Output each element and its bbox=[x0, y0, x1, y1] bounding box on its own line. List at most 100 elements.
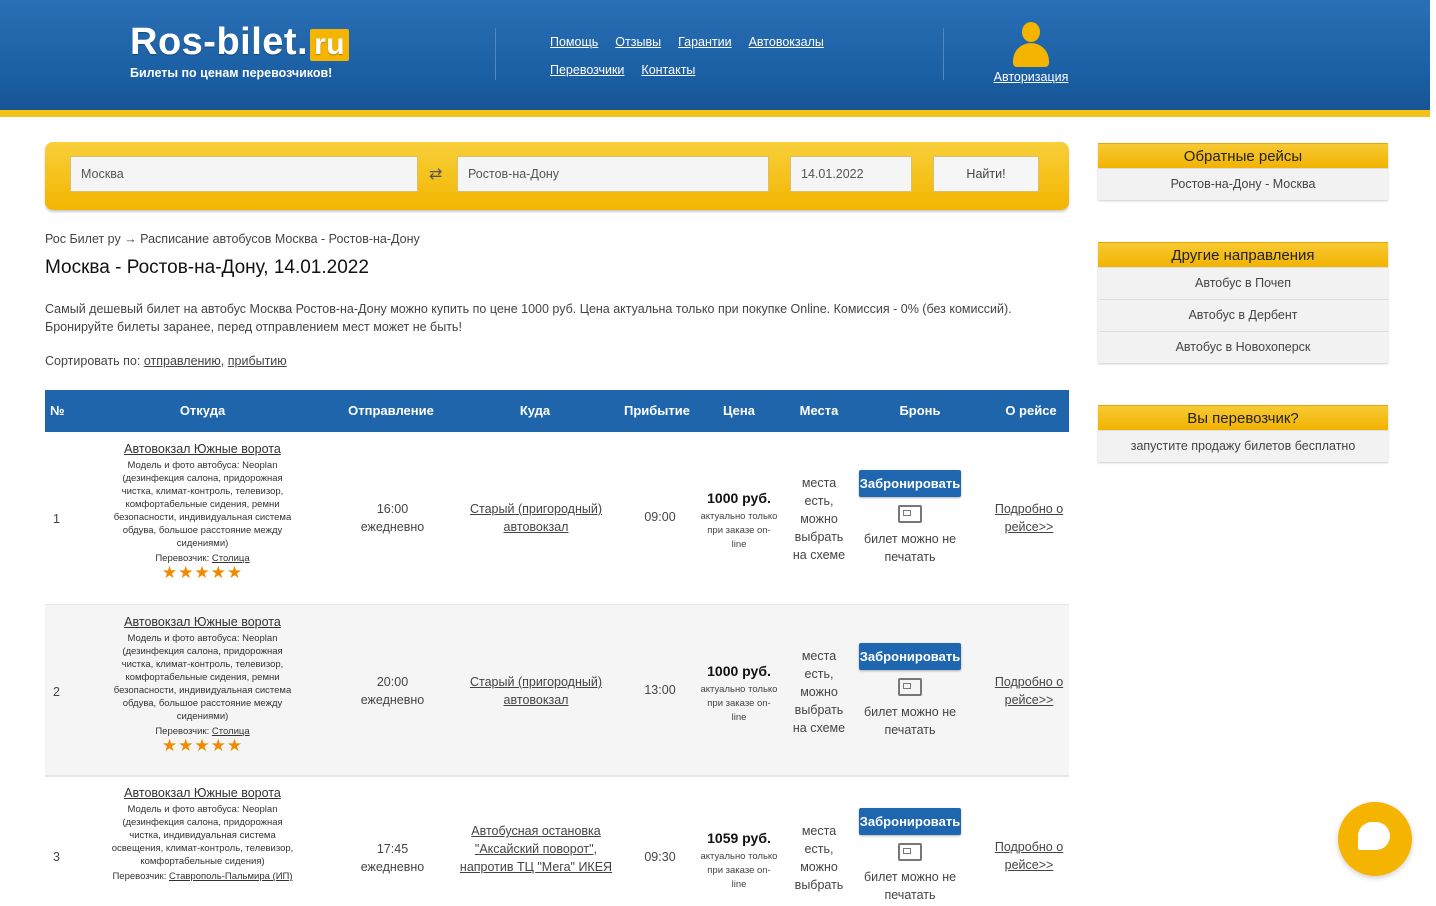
col-header-price: Цена bbox=[723, 403, 755, 418]
to-cell: Старый (пригородный) автовокзал bbox=[457, 673, 615, 709]
station-link[interactable]: Автовокзал Южные ворота bbox=[110, 786, 295, 800]
carrier-promo-link[interactable]: запустите продажу билетов бесплатно bbox=[1098, 430, 1388, 462]
to-cell: Автобусная остановка "Аксайский поворот"… bbox=[457, 822, 615, 876]
booking-note: билет можно не печатать bbox=[863, 870, 957, 902]
logo-tld: ru bbox=[310, 29, 350, 61]
bus-description: Модель и фото автобуса: Neoplan (дезинфе… bbox=[113, 633, 292, 722]
schedule-table-header: № Откуда Отправление Куда Прибытие Цена … bbox=[45, 390, 1069, 432]
bus-description: Модель и фото автобуса: Neoplan (дезинфе… bbox=[111, 804, 294, 867]
departure-time: 16:00 bbox=[376, 502, 409, 516]
direction-link[interactable]: Автобус в Дербент bbox=[1098, 299, 1388, 331]
trip-details-link[interactable]: Подробно о рейсе>> bbox=[995, 675, 1063, 707]
site-logo[interactable]: Ros-bilet. ru Билеты по ценам перевозчико… bbox=[130, 21, 350, 80]
booking-cell: Забронировать билет можно не печатать bbox=[859, 470, 961, 566]
user-icon[interactable] bbox=[1011, 22, 1051, 68]
print-icon bbox=[898, 843, 922, 861]
direction-link[interactable]: Автобус в Новохоперск bbox=[1098, 331, 1388, 363]
station-link[interactable]: Автовокзал Южные ворота bbox=[110, 442, 295, 456]
trip-details-link[interactable]: Подробно о рейсе>> bbox=[995, 502, 1063, 534]
breadcrumb[interactable]: Рос Билет ру → Расписание автобусов Моск… bbox=[45, 232, 420, 246]
header-divider bbox=[495, 28, 496, 80]
sort-by-arrival-link[interactable]: прибытию bbox=[228, 354, 287, 368]
destination-link[interactable]: Автобусная остановка "Аксайский поворот"… bbox=[460, 824, 612, 874]
nav-help[interactable]: Помощь bbox=[550, 28, 598, 56]
book-button[interactable]: Забронировать bbox=[859, 643, 961, 670]
departure-time: 20:00 bbox=[376, 675, 409, 689]
find-button[interactable]: Найти! bbox=[933, 156, 1039, 192]
destination-link[interactable]: Старый (пригородный) автовокзал bbox=[470, 502, 602, 534]
logo-tagline: Билеты по ценам перевозчиков! bbox=[130, 66, 333, 80]
nav-guarantees[interactable]: Гарантии bbox=[678, 28, 732, 56]
sort-controls: Сортировать по: отправлению, прибытию bbox=[45, 354, 287, 368]
booking-cell: Забронировать билет можно не печатать bbox=[859, 808, 961, 904]
col-header-booking: Бронь bbox=[899, 403, 941, 418]
arrival-time: 09:00 bbox=[644, 510, 676, 524]
from-cell: Автовокзал Южные ворота Модель и фото ав… bbox=[110, 442, 295, 582]
trip-details-link[interactable]: Подробно о рейсе>> bbox=[995, 840, 1063, 872]
nav-reviews[interactable]: Отзывы bbox=[615, 28, 661, 56]
from-cell: Автовокзал Южные ворота Модель и фото ав… bbox=[110, 786, 295, 882]
bus-description: Модель и фото автобуса: Neoplan (дезинфе… bbox=[113, 460, 292, 549]
departure-cell: 20:00 ежедневно bbox=[345, 673, 440, 709]
price-amount: 1059 руб. bbox=[707, 830, 771, 846]
departure-time: 17:45 bbox=[376, 842, 409, 856]
info-cell: Подробно о рейсе>> bbox=[991, 500, 1067, 536]
carrier-line: Перевозчик: Ставрополь-Пальмира (ИП) bbox=[110, 871, 295, 882]
price-amount: 1000 руб. bbox=[707, 663, 771, 679]
booking-note: билет можно не печатать bbox=[863, 705, 957, 737]
row-number: 3 bbox=[53, 850, 60, 864]
return-trips-title: Обратные рейсы bbox=[1098, 143, 1388, 168]
col-header-departure: Отправление bbox=[348, 403, 434, 418]
booking-cell: Забронировать билет можно не печатать bbox=[859, 643, 961, 739]
price-cell: 1000 руб. актуально только при заказе on-… bbox=[700, 663, 778, 724]
return-trip-link[interactable]: Ростов-на-Дону - Москва bbox=[1098, 168, 1388, 200]
to-cell: Старый (пригородный) автовокзал bbox=[457, 500, 615, 536]
departure-frequency: ежедневно bbox=[360, 520, 425, 534]
swap-icon[interactable]: ⇄ bbox=[429, 164, 442, 184]
star-rating-icon: ★★★★★ bbox=[161, 736, 244, 755]
seats-info: места есть, можно выбрать на схеме bbox=[792, 649, 846, 735]
nav-carriers[interactable]: Перевозчики bbox=[550, 56, 624, 84]
star-rating-icon: ★★★★★ bbox=[161, 563, 244, 582]
from-input[interactable]: Москва bbox=[70, 156, 418, 192]
logo-text: Ros-bilet. bbox=[130, 21, 309, 63]
carrier-link[interactable]: Ставрополь-Пальмира (ИП) bbox=[169, 871, 293, 882]
row-number: 1 bbox=[53, 512, 60, 526]
col-header-info: О рейсе bbox=[1005, 403, 1057, 418]
price-note: актуально только при заказе on-line bbox=[700, 511, 778, 550]
chat-icon[interactable] bbox=[1338, 802, 1412, 876]
departure-frequency: ежедневно bbox=[360, 860, 425, 874]
to-input[interactable]: Ростов-на-Дону bbox=[457, 156, 769, 192]
auth-block[interactable]: Авторизация bbox=[985, 22, 1077, 86]
direction-link[interactable]: Автобус в Почеп bbox=[1098, 267, 1388, 299]
auth-link[interactable]: Авторизация bbox=[994, 70, 1069, 84]
nav-contacts[interactable]: Контакты bbox=[641, 56, 695, 84]
price-note: актуально только при заказе on-line bbox=[700, 851, 778, 890]
other-directions-box: Другие направления Автобус в Почеп Автоб… bbox=[1098, 242, 1388, 363]
book-button[interactable]: Забронировать bbox=[859, 470, 961, 497]
sort-by-departure-link[interactable]: отправлению bbox=[144, 354, 221, 368]
carrier-label: Перевозчик: bbox=[112, 871, 167, 882]
station-link[interactable]: Автовокзал Южные ворота bbox=[110, 615, 295, 629]
nav-bus-stations[interactable]: Автовокзалы bbox=[749, 28, 824, 56]
page-title: Москва - Ростов-на-Дону, 14.01.2022 bbox=[45, 257, 369, 278]
col-header-to: Куда bbox=[519, 403, 551, 418]
col-header-seats: Места bbox=[799, 403, 839, 418]
price-cell: 1059 руб. актуально только при заказе on-… bbox=[700, 830, 778, 891]
table-row: 3 Автовокзал Южные ворота Модель и фото … bbox=[45, 776, 1069, 906]
table-row: 1 Автовокзал Южные ворота Модель и фото … bbox=[45, 432, 1069, 606]
price-note: актуально только при заказе on-line bbox=[700, 684, 778, 723]
col-header-num: № bbox=[50, 403, 65, 418]
site-header: Ros-bilet. ru Билеты по ценам перевозчико… bbox=[0, 0, 1430, 117]
destination-link[interactable]: Старый (пригородный) автовокзал bbox=[470, 675, 602, 707]
info-cell: Подробно о рейсе>> bbox=[991, 673, 1067, 709]
from-cell: Автовокзал Южные ворота Модель и фото ав… bbox=[110, 615, 295, 755]
booking-note: билет можно не печатать bbox=[863, 532, 957, 564]
return-trips-box: Обратные рейсы Ростов-на-Дону - Москва bbox=[1098, 143, 1388, 200]
departure-cell: 17:45 ежедневно bbox=[345, 840, 440, 876]
arrival-time: 13:00 bbox=[644, 683, 676, 697]
price-cell: 1000 руб. актуально только при заказе on-… bbox=[700, 490, 778, 551]
book-button[interactable]: Забронировать bbox=[859, 808, 961, 835]
header-divider bbox=[943, 28, 944, 80]
date-input[interactable]: 14.01.2022 bbox=[790, 156, 912, 192]
